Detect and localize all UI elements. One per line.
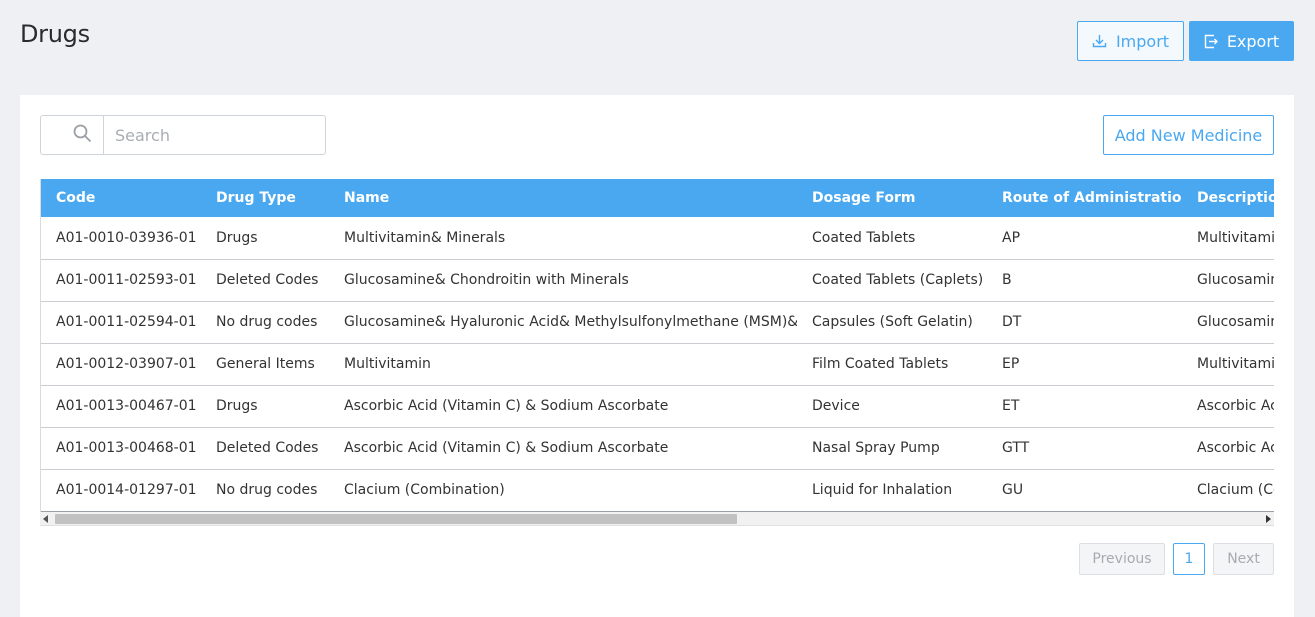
cell-dosage-form: Coated Tablets (Caplets) bbox=[797, 259, 987, 302]
column-header-name[interactable]: Name bbox=[329, 179, 797, 217]
import-label: Import bbox=[1115, 31, 1170, 51]
download-icon bbox=[1092, 34, 1107, 48]
table-row[interactable]: A01-0013-00468-01 Deleted Codes Ascorbic… bbox=[41, 427, 1274, 470]
column-header-code[interactable]: Code bbox=[41, 179, 201, 217]
cell-name: Ascorbic Acid (Vitamin C) & Sodium Ascor… bbox=[329, 427, 797, 470]
pagination: Previous 1 Next bbox=[1079, 543, 1274, 575]
cell-dosage-form: Capsules (Soft Gelatin) bbox=[797, 301, 987, 344]
previous-page-button[interactable]: Previous bbox=[1079, 543, 1165, 575]
table-row[interactable]: A01-0013-00467-01 Drugs Ascorbic Acid (V… bbox=[41, 385, 1274, 428]
search-icon bbox=[73, 124, 92, 147]
cell-drug-type: Deleted Codes bbox=[201, 259, 329, 302]
cell-drug-type: Drugs bbox=[201, 217, 329, 260]
cell-name: Clacium (Combination) bbox=[329, 469, 797, 512]
search-box bbox=[40, 115, 326, 155]
next-page-button[interactable]: Next bbox=[1213, 543, 1274, 575]
cell-route: EP bbox=[987, 343, 1182, 386]
cell-description: Ascorbic Aci bbox=[1182, 427, 1274, 470]
page-title: Drugs bbox=[20, 20, 90, 48]
export-icon bbox=[1204, 34, 1218, 49]
export-label: Export bbox=[1226, 31, 1280, 51]
cell-description: Glucosamine bbox=[1182, 259, 1274, 302]
drugs-table-container: Code Drug Type Name Dosage Form Route of… bbox=[40, 179, 1274, 512]
table-header-row: Code Drug Type Name Dosage Form Route of… bbox=[41, 179, 1274, 217]
add-new-medicine-button[interactable]: Add New Medicine bbox=[1103, 115, 1274, 155]
cell-code: A01-0013-00467-01 bbox=[41, 385, 201, 428]
cell-route: B bbox=[987, 259, 1182, 302]
cell-route: AP bbox=[987, 217, 1182, 260]
import-button[interactable]: Import bbox=[1077, 21, 1184, 61]
cell-description: Multivitamin bbox=[1182, 217, 1274, 260]
cell-route: DT bbox=[987, 301, 1182, 344]
cell-dosage-form: Nasal Spray Pump bbox=[797, 427, 987, 470]
table-row[interactable]: A01-0011-02593-01 Deleted Codes Glucosam… bbox=[41, 259, 1274, 302]
cell-drug-type: No drug codes bbox=[201, 301, 329, 344]
search-input[interactable] bbox=[104, 116, 325, 154]
column-header-drug-type[interactable]: Drug Type bbox=[201, 179, 329, 217]
export-button[interactable]: Export bbox=[1189, 21, 1294, 61]
cell-route: GTT bbox=[987, 427, 1182, 470]
cell-code: A01-0010-03936-01 bbox=[41, 217, 201, 260]
page-number-button[interactable]: 1 bbox=[1173, 543, 1205, 575]
scroll-right-arrow-icon[interactable] bbox=[1266, 515, 1271, 523]
cell-drug-type: No drug codes bbox=[201, 469, 329, 512]
scrollbar-thumb[interactable] bbox=[55, 514, 737, 524]
cell-dosage-form: Coated Tablets bbox=[797, 217, 987, 260]
table-row[interactable]: A01-0012-03907-01 General Items Multivit… bbox=[41, 343, 1274, 386]
drugs-table: Code Drug Type Name Dosage Form Route of… bbox=[41, 179, 1274, 512]
cell-name: Glucosamine& Hyaluronic Acid& Methylsulf… bbox=[329, 301, 797, 344]
cell-description: Ascorbic Aci bbox=[1182, 385, 1274, 428]
cell-dosage-form: Film Coated Tablets bbox=[797, 343, 987, 386]
table-row[interactable]: A01-0011-02594-01 No drug codes Glucosam… bbox=[41, 301, 1274, 344]
table-row[interactable]: A01-0010-03936-01 Drugs Multivitamin& Mi… bbox=[41, 217, 1274, 260]
column-header-description[interactable]: Description bbox=[1182, 179, 1274, 217]
horizontal-scrollbar[interactable] bbox=[40, 512, 1274, 526]
cell-route: GU bbox=[987, 469, 1182, 512]
header-actions: Import Export bbox=[1077, 21, 1294, 61]
column-header-route[interactable]: Route of Administration bbox=[987, 179, 1182, 217]
cell-code: A01-0014-01297-01 bbox=[41, 469, 201, 512]
cell-description: Multivitamin bbox=[1182, 343, 1274, 386]
cell-code: A01-0011-02594-01 bbox=[41, 301, 201, 344]
cell-route: ET bbox=[987, 385, 1182, 428]
scroll-left-arrow-icon[interactable] bbox=[43, 515, 48, 523]
cell-drug-type: Deleted Codes bbox=[201, 427, 329, 470]
table-row[interactable]: A01-0014-01297-01 No drug codes Clacium … bbox=[41, 469, 1274, 512]
cell-code: A01-0011-02593-01 bbox=[41, 259, 201, 302]
drugs-card: Add New Medicine Code Drug Type Name Dos… bbox=[20, 95, 1294, 617]
cell-code: A01-0012-03907-01 bbox=[41, 343, 201, 386]
cell-description: Glucosamine bbox=[1182, 301, 1274, 344]
cell-dosage-form: Device bbox=[797, 385, 987, 428]
cell-name: Glucosamine& Chondroitin with Minerals bbox=[329, 259, 797, 302]
cell-name: Multivitamin bbox=[329, 343, 797, 386]
cell-name: Multivitamin& Minerals bbox=[329, 217, 797, 260]
cell-description: Clacium (Co bbox=[1182, 469, 1274, 512]
column-header-dosage-form[interactable]: Dosage Form bbox=[797, 179, 987, 217]
cell-name: Ascorbic Acid (Vitamin C) & Sodium Ascor… bbox=[329, 385, 797, 428]
cell-drug-type: General Items bbox=[201, 343, 329, 386]
cell-code: A01-0013-00468-01 bbox=[41, 427, 201, 470]
cell-dosage-form: Liquid for Inhalation bbox=[797, 469, 987, 512]
cell-drug-type: Drugs bbox=[201, 385, 329, 428]
search-icon-container bbox=[41, 116, 104, 154]
